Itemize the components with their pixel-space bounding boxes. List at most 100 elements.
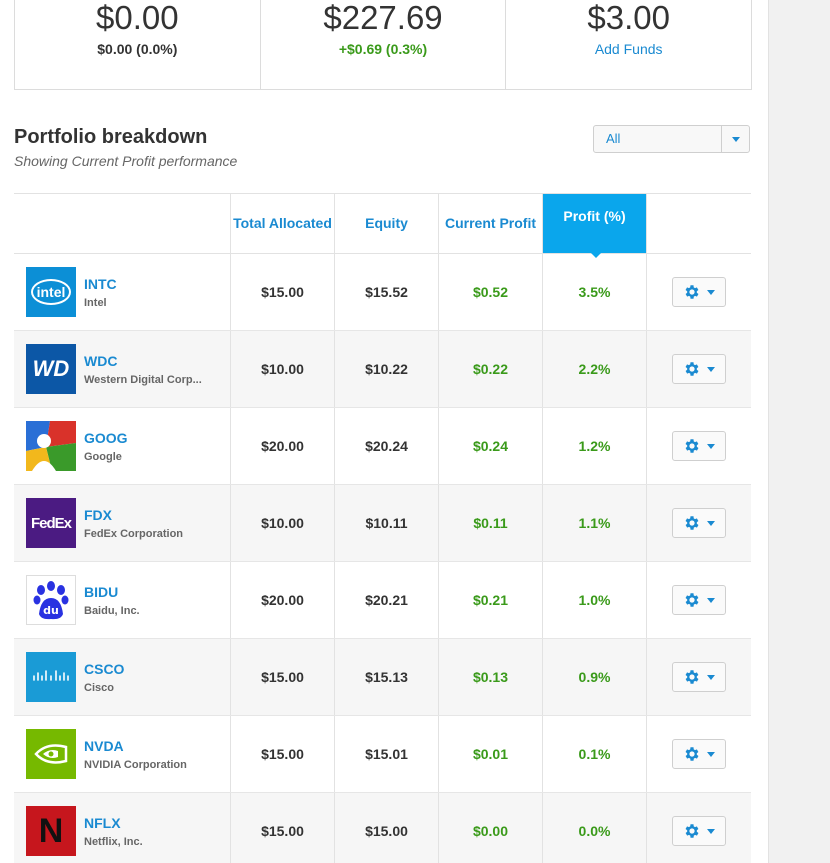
actions-cell — [646, 254, 751, 330]
chevron-down-icon — [707, 289, 715, 295]
equity-cell: $15.00 — [334, 793, 438, 863]
stock-cell: CSCO Cisco — [14, 639, 230, 715]
allocated-cell: $20.00 — [230, 562, 334, 638]
actions-cell — [646, 331, 751, 407]
stock-symbol-link[interactable]: GOOG — [84, 430, 224, 446]
cisco-logo-icon — [26, 652, 76, 702]
settings-dropdown-button[interactable] — [672, 431, 726, 461]
summary-value: $227.69 — [323, 0, 443, 36]
profit-cell: $0.01 — [438, 716, 542, 792]
stock-cell: intel INTC Intel — [14, 254, 230, 330]
table-row: N NFLX Netflix, Inc. $15.00 $15.00 $0.00… — [14, 793, 751, 863]
summary-sub: +$0.69 (0.3%) — [338, 41, 428, 57]
gear-icon — [685, 516, 699, 530]
profit-percent-cell: 1.2% — [542, 408, 646, 484]
equity-cell: $10.11 — [334, 485, 438, 561]
settings-dropdown-button[interactable] — [672, 354, 726, 384]
header-current-profit[interactable]: Current Profit — [438, 194, 542, 253]
account-summary: $0.00 $0.00 (0.0%) $227.69 +$0.69 (0.3%)… — [14, 0, 752, 90]
filter-select[interactable]: All — [593, 125, 750, 153]
stock-name: Netflix, Inc. — [84, 835, 143, 848]
allocated-cell: $10.00 — [230, 485, 334, 561]
settings-dropdown-button[interactable] — [672, 508, 726, 538]
allocated-cell: $10.00 — [230, 331, 334, 407]
equity-cell: $15.52 — [334, 254, 438, 330]
allocated-cell: $15.00 — [230, 716, 334, 792]
header-stock — [14, 194, 230, 253]
page-gutter — [768, 0, 830, 863]
chevron-down-icon — [707, 597, 715, 603]
stock-symbol-link[interactable]: CSCO — [84, 661, 224, 677]
profit-percent-cell: 1.1% — [542, 485, 646, 561]
profit-cell: $0.11 — [438, 485, 542, 561]
actions-cell — [646, 793, 751, 863]
chevron-down-icon[interactable] — [721, 126, 749, 152]
stock-symbol-link[interactable]: FDX — [84, 507, 224, 523]
equity-cell: $10.22 — [334, 331, 438, 407]
stock-cell: NVDA NVIDIA Corporation — [14, 716, 230, 792]
profit-percent-cell: 3.5% — [542, 254, 646, 330]
allocated-cell: $20.00 — [230, 408, 334, 484]
profit-cell: $0.13 — [438, 639, 542, 715]
gear-icon — [685, 285, 699, 299]
allocated-cell: $15.00 — [230, 793, 334, 863]
stock-name: Cisco — [84, 681, 114, 694]
chevron-down-icon — [707, 828, 715, 834]
stock-cell: GOOG Google — [14, 408, 230, 484]
equity-cell: $15.01 — [334, 716, 438, 792]
stock-cell: N NFLX Netflix, Inc. — [14, 793, 230, 863]
logo-wordmark: WD — [32, 356, 70, 381]
settings-dropdown-button[interactable] — [672, 585, 726, 615]
summary-value: $0.00 — [96, 0, 179, 36]
table-row: du BIDU Baidu, Inc. $20.00 $20.21 $0.21 … — [14, 562, 751, 639]
equity-cell: $20.21 — [334, 562, 438, 638]
nvidia-logo-icon — [26, 729, 76, 779]
settings-dropdown-button[interactable] — [672, 816, 726, 846]
actions-cell — [646, 562, 751, 638]
profit-cell: $0.52 — [438, 254, 542, 330]
netflix-logo-icon: N — [26, 806, 76, 856]
settings-dropdown-button[interactable] — [672, 662, 726, 692]
stock-cell: WD WDC Western Digital Corp... — [14, 331, 230, 407]
actions-cell — [646, 639, 751, 715]
header-total-allocated[interactable]: Total Allocated — [230, 194, 334, 253]
summary-sub: $0.00 (0.0%) — [97, 41, 178, 57]
stock-name: NVIDIA Corporation — [84, 758, 187, 771]
logo-wordmark: N — [38, 811, 64, 850]
profit-cell: $0.21 — [438, 562, 542, 638]
summary-cell-portfolio-value: $227.69 +$0.69 (0.3%) — [261, 0, 507, 89]
gear-icon — [685, 439, 699, 453]
chevron-down-icon — [707, 751, 715, 757]
actions-cell — [646, 716, 751, 792]
stock-symbol-link[interactable]: WDC — [84, 353, 224, 369]
gear-icon — [685, 593, 699, 607]
stock-symbol-link[interactable]: NVDA — [84, 738, 224, 754]
summary-cell-gain: $0.00 $0.00 (0.0%) — [15, 0, 261, 89]
settings-dropdown-button[interactable] — [672, 739, 726, 769]
profit-percent-cell: 1.0% — [542, 562, 646, 638]
stock-symbol-link[interactable]: NFLX — [84, 815, 224, 831]
profit-cell: $0.00 — [438, 793, 542, 863]
logo-wordmark: du — [43, 604, 59, 617]
profit-percent-cell: 0.9% — [542, 639, 646, 715]
logo-wordmark: FedEx — [30, 514, 72, 532]
equity-cell: $20.24 — [334, 408, 438, 484]
filter-value: All — [606, 131, 621, 146]
stock-name: Western Digital Corp... — [84, 373, 202, 386]
stock-symbol-link[interactable]: BIDU — [84, 584, 224, 600]
chevron-down-icon — [707, 443, 715, 449]
gear-icon — [685, 362, 699, 376]
settings-dropdown-button[interactable] — [672, 277, 726, 307]
gear-icon — [685, 747, 699, 761]
gear-icon — [685, 670, 699, 684]
google-logo-icon — [26, 421, 76, 471]
stock-symbol-link[interactable]: INTC — [84, 276, 224, 292]
header-profit-percent[interactable]: Profit (%) — [542, 194, 646, 258]
baidu-logo-icon: du — [26, 575, 76, 625]
add-funds-link[interactable]: Add Funds — [506, 41, 751, 57]
header-equity[interactable]: Equity — [334, 194, 438, 253]
profit-cell: $0.24 — [438, 408, 542, 484]
actions-cell — [646, 408, 751, 484]
stock-cell: du BIDU Baidu, Inc. — [14, 562, 230, 638]
gear-icon — [685, 824, 699, 838]
